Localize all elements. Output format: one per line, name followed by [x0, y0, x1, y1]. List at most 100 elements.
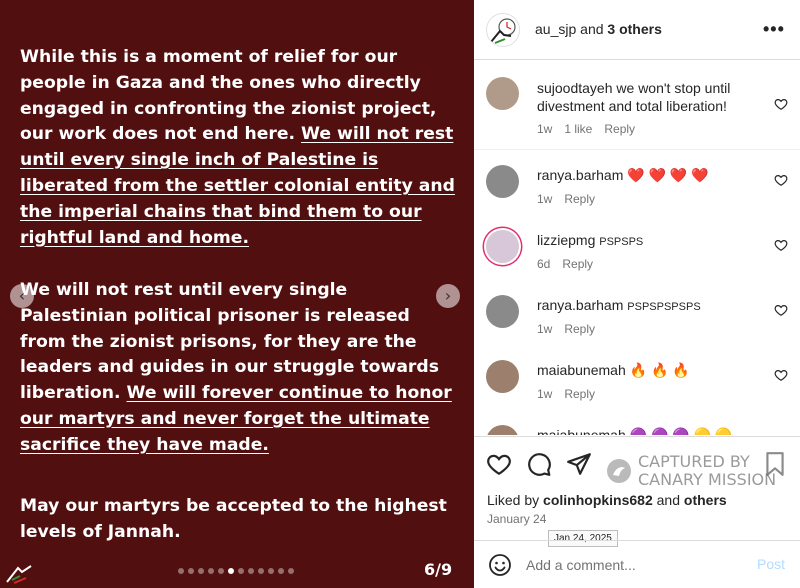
- watermark-line-1: CAPTURED BY: [638, 452, 750, 471]
- carousel-indicator: [178, 568, 294, 574]
- reply-button[interactable]: Reply: [564, 192, 595, 206]
- comment-item: lizziepmg PSPSPS 6d Reply: [474, 226, 800, 286]
- carousel-dot: [248, 568, 254, 574]
- post-button[interactable]: Post: [757, 556, 785, 572]
- comment-time: 1w: [537, 387, 553, 401]
- watermark: CAPTURED BY CANARY MISSION: [606, 453, 776, 489]
- chevron-right-icon: ›: [444, 286, 452, 305]
- liked-by-prefix: Liked by: [487, 492, 544, 508]
- keffiyeh-logo-icon: [6, 565, 32, 584]
- heart-icon[interactable]: [774, 173, 788, 187]
- comment-item: ranya.barham PSPSPSPSPS 1w Reply: [474, 291, 800, 351]
- bookmark-icon[interactable]: [762, 451, 788, 477]
- avatar[interactable]: [486, 360, 519, 393]
- post-header: au_sjp and 3 others •••: [474, 0, 800, 60]
- reply-button[interactable]: Reply: [604, 122, 635, 136]
- post-paragraph-2: We will not rest until every single Pale…: [20, 278, 460, 459]
- post-actions: CAPTURED BY CANARY MISSION Liked by coli…: [474, 436, 800, 547]
- heart-icon[interactable]: [774, 97, 788, 111]
- org-logo-icon: [490, 18, 516, 44]
- comment-username[interactable]: sujoodtayeh: [537, 80, 613, 96]
- comment-icon[interactable]: [526, 451, 552, 477]
- comment-body: ranya.barham ❤️ ❤️ ❤️ ❤️: [537, 166, 769, 184]
- chevron-left-icon: ‹: [18, 286, 26, 305]
- comment-input[interactable]: [526, 554, 736, 576]
- comment-body: maiabunemah 🟣 🟣 🟣 🟡 🟡: [537, 426, 769, 435]
- carousel-dot: [188, 568, 194, 574]
- liked-by-others[interactable]: others: [684, 492, 727, 508]
- comment-body: ranya.barham PSPSPSPSPS: [537, 296, 769, 316]
- comment-body: sujoodtayeh we won't stop until divestme…: [537, 79, 769, 115]
- canary-mission-logo-icon: [607, 459, 631, 483]
- avatar[interactable]: [486, 425, 519, 435]
- carousel-prev-button[interactable]: ‹: [10, 284, 34, 308]
- carousel-dot: [208, 568, 214, 574]
- carousel-dot: [178, 568, 184, 574]
- post-image: While this is a moment of relief for our…: [0, 0, 474, 588]
- comment-item: ranya.barham ❤️ ❤️ ❤️ ❤️ 1w Reply: [474, 161, 800, 221]
- comment-time: 1w: [537, 122, 553, 136]
- reply-button[interactable]: Reply: [564, 387, 595, 401]
- comment-meta: 1w Reply: [537, 322, 607, 336]
- watermark-line-2: CANARY MISSION: [638, 470, 777, 489]
- carousel-dot: [258, 568, 264, 574]
- header-others-link[interactable]: 3 others: [607, 21, 661, 37]
- comment-body: lizziepmg PSPSPS: [537, 231, 769, 251]
- avatar[interactable]: [486, 13, 520, 47]
- comment-text: PSPSPSPSPS: [627, 301, 701, 313]
- comment-text: 🔥 🔥 🔥: [629, 362, 690, 378]
- comment-meta: 1w 1 like Reply: [537, 122, 647, 136]
- reply-button[interactable]: Reply: [564, 322, 595, 336]
- carousel-dot: [288, 568, 294, 574]
- heart-icon[interactable]: [774, 303, 788, 317]
- comment-item: maiabunemah 🟣 🟣 🟣 🟡 🟡: [474, 421, 800, 435]
- comment-username[interactable]: lizziepmg: [537, 232, 595, 248]
- post-date[interactable]: January 24: [487, 512, 546, 526]
- comment-text: 🟣 🟣 🟣 🟡 🟡: [629, 427, 733, 435]
- carousel-dot: [198, 568, 204, 574]
- more-options-icon[interactable]: •••: [763, 19, 785, 40]
- divider: [474, 149, 800, 150]
- carousel-dot: [278, 568, 284, 574]
- header-title: au_sjp and 3 others: [535, 21, 662, 37]
- reply-button[interactable]: Reply: [562, 257, 593, 271]
- carousel-dot: [228, 568, 234, 574]
- liked-by-and: and: [652, 492, 684, 508]
- emoji-icon[interactable]: [488, 553, 512, 577]
- comment-time: 1w: [537, 192, 553, 206]
- comments-list[interactable]: sujoodtayeh we won't stop until divestme…: [474, 61, 800, 435]
- side-panel: au_sjp and 3 others ••• sujoodtayeh we w…: [474, 0, 800, 588]
- add-comment-bar: Post: [474, 540, 800, 588]
- comment-meta: 1w Reply: [537, 192, 607, 206]
- liked-by-user[interactable]: colinhopkins682: [543, 492, 653, 508]
- avatar[interactable]: [486, 77, 519, 110]
- comment-item: maiabunemah 🔥 🔥 🔥 1w Reply: [474, 356, 800, 416]
- liked-by: Liked by colinhopkins682 and others: [487, 492, 727, 508]
- comment-body: maiabunemah 🔥 🔥 🔥: [537, 361, 769, 379]
- header-and-text: and: [576, 21, 608, 37]
- comment-username[interactable]: maiabunemah: [537, 362, 626, 378]
- carousel-dot: [268, 568, 274, 574]
- heart-icon[interactable]: [774, 238, 788, 252]
- comment-username[interactable]: maiabunemah: [537, 427, 626, 435]
- post-paragraph-3: May our martyrs be accepted to the highe…: [20, 496, 447, 542]
- avatar[interactable]: [486, 165, 519, 198]
- comment-likes[interactable]: 1 like: [564, 122, 592, 136]
- comment-time: 1w: [537, 322, 553, 336]
- avatar[interactable]: [486, 230, 519, 263]
- comment-item: sujoodtayeh we won't stop until divestme…: [474, 73, 800, 143]
- post-paragraph-1: While this is a moment of relief for our…: [20, 45, 460, 251]
- header-username[interactable]: au_sjp: [535, 21, 576, 37]
- share-icon[interactable]: [566, 451, 592, 477]
- comment-time: 6d: [537, 257, 551, 271]
- watermark-text: CAPTURED BY CANARY MISSION: [638, 453, 776, 489]
- avatar[interactable]: [486, 295, 519, 328]
- carousel-dot: [218, 568, 224, 574]
- page-counter: 6/9: [424, 560, 453, 579]
- comment-username[interactable]: ranya.barham: [537, 167, 623, 183]
- heart-icon[interactable]: [486, 451, 512, 477]
- comment-username[interactable]: ranya.barham: [537, 297, 623, 313]
- carousel-next-button[interactable]: ›: [436, 284, 460, 308]
- heart-icon[interactable]: [774, 368, 788, 382]
- carousel-dot: [238, 568, 244, 574]
